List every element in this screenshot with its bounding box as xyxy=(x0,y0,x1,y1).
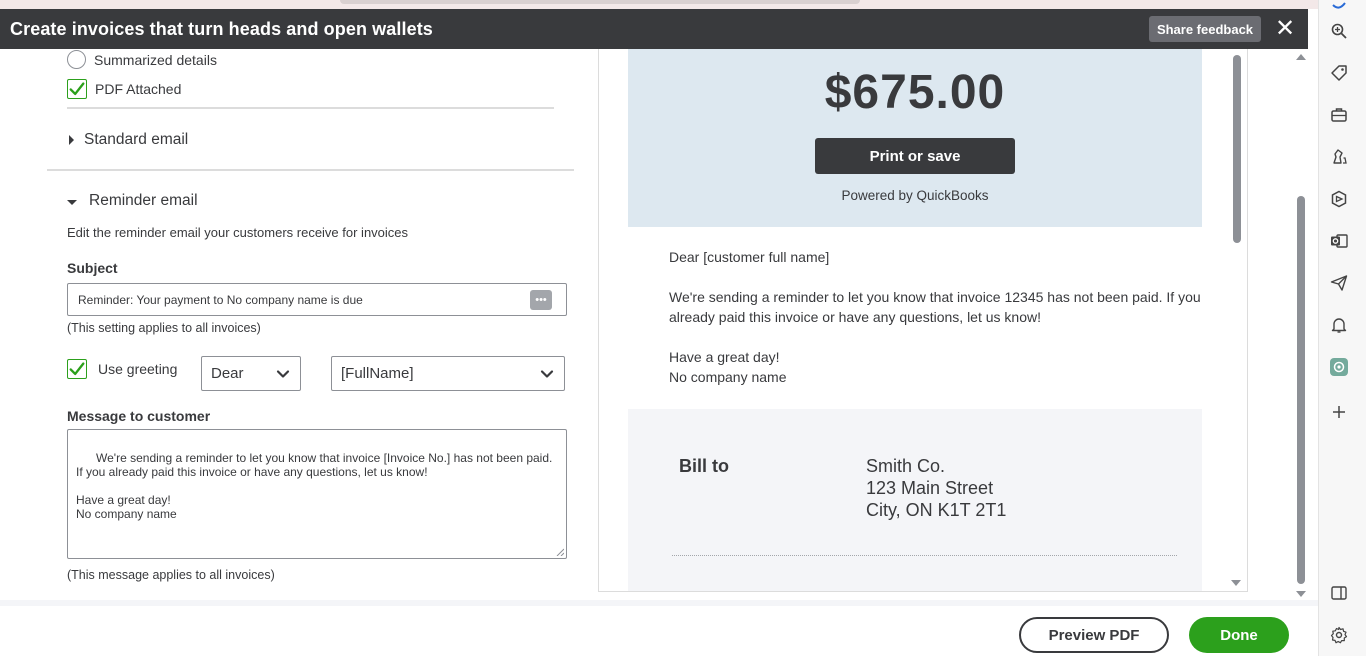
message-textarea[interactable]: We're sending a reminder to let you know… xyxy=(67,429,567,559)
modal-footer: Preview PDF Done xyxy=(0,600,1318,656)
pdf-attached-checkbox[interactable] xyxy=(67,79,87,99)
outlook-icon[interactable] xyxy=(1329,231,1349,251)
app-window: Create invoices that turn heads and open… xyxy=(0,0,1366,656)
standard-email-label: Standard email xyxy=(84,131,189,148)
outer-scroll-up-arrow[interactable] xyxy=(1296,54,1306,60)
preview-pdf-button[interactable]: Preview PDF xyxy=(1019,617,1169,653)
checkmark-icon xyxy=(69,362,85,376)
invoice-amount: $675.00 xyxy=(824,66,1006,119)
summarized-details-radio[interactable] xyxy=(67,50,86,69)
checkmark-icon xyxy=(69,82,85,96)
chess-icon[interactable] xyxy=(1329,147,1349,167)
subject-input[interactable]: Reminder: Your payment to No company nam… xyxy=(67,283,567,316)
more-options-icon[interactable]: ••• xyxy=(530,290,552,310)
divider xyxy=(67,107,554,109)
outer-scrollbar-thumb[interactable] xyxy=(1297,196,1305,584)
close-icon[interactable]: ✕ xyxy=(1274,17,1296,41)
browser-edge-sidebar xyxy=(1318,0,1366,656)
email-paragraph: We're sending a reminder to let you know… xyxy=(669,289,1201,325)
bill-to-card: Bill to Smith Co. 123 Main Street City, … xyxy=(628,409,1202,591)
split-view-icon[interactable] xyxy=(1329,583,1349,603)
preview-scroll-down-arrow[interactable] xyxy=(1231,580,1241,586)
caret-right-icon xyxy=(69,135,74,145)
message-value: We're sending a reminder to let you know… xyxy=(76,451,553,521)
zoom-icon[interactable] xyxy=(1329,21,1349,41)
share-feedback-button[interactable]: Share feedback xyxy=(1149,16,1261,42)
name-select[interactable]: [FullName] xyxy=(331,356,565,391)
chatgpt-icon[interactable] xyxy=(1329,357,1349,377)
settings-icon[interactable] xyxy=(1329,625,1349,645)
copilot-icon[interactable] xyxy=(1329,0,1349,12)
outer-scroll-down-arrow[interactable] xyxy=(1296,591,1306,597)
bell-icon[interactable] xyxy=(1329,315,1349,335)
bill-to-label: Bill to xyxy=(679,456,729,476)
done-button[interactable]: Done xyxy=(1189,617,1289,653)
send-icon[interactable] xyxy=(1329,273,1349,293)
browser-tab[interactable] xyxy=(340,0,860,4)
email-greeting: Dear [customer full name] xyxy=(669,249,830,265)
payment-card: $675.00 Print or save Powered by QuickBo… xyxy=(628,49,1202,227)
subject-value: Reminder: Your payment to No company nam… xyxy=(78,292,363,307)
greeting-value: Dear xyxy=(211,365,244,382)
chevron-down-icon xyxy=(276,370,290,378)
use-greeting-checkbox[interactable] xyxy=(67,359,87,379)
browser-tab-strip xyxy=(0,0,1318,9)
bill-to-city: City, ON K1T 2T1 xyxy=(866,500,1007,520)
email-preview-panel: $675.00 Print or save Powered by QuickBo… xyxy=(598,49,1248,592)
modal-header: Create invoices that turn heads and open… xyxy=(0,9,1308,49)
plus-icon[interactable] xyxy=(1329,402,1349,422)
use-greeting-option[interactable]: Use greeting xyxy=(67,359,177,379)
caret-down-icon xyxy=(67,199,77,205)
pdf-attached-option[interactable]: PDF Attached xyxy=(67,79,181,99)
briefcase-icon[interactable] xyxy=(1329,105,1349,125)
use-greeting-label: Use greeting xyxy=(98,361,178,377)
chevron-down-icon xyxy=(540,370,554,378)
reminder-description: Edit the reminder email your customers r… xyxy=(67,225,409,240)
reminder-email-toggle[interactable]: Reminder email xyxy=(67,192,198,210)
greeting-select[interactable]: Dear xyxy=(201,356,301,391)
email-body: Dear [customer full name] We're sending … xyxy=(669,247,1209,387)
tag-icon[interactable] xyxy=(1329,63,1349,83)
subject-note: (This setting applies to all invoices) xyxy=(67,321,261,335)
message-label: Message to customer xyxy=(67,408,211,424)
bill-to-street: 123 Main Street xyxy=(866,478,994,498)
divider xyxy=(47,169,574,171)
pdf-attached-label: PDF Attached xyxy=(95,81,182,97)
summarized-details-label: Summarized details xyxy=(94,51,217,68)
resize-grip-icon[interactable] xyxy=(556,548,564,556)
hexagon-icon[interactable] xyxy=(1329,189,1349,209)
powered-by-text: Powered by QuickBooks xyxy=(841,188,989,203)
subject-label: Subject xyxy=(67,260,118,276)
name-value: [FullName] xyxy=(341,365,414,382)
dotted-divider xyxy=(672,555,1177,556)
modal-title: Create invoices that turn heads and open… xyxy=(10,18,433,39)
email-signature: No company name xyxy=(669,369,787,385)
email-closing-line: Have a great day! xyxy=(669,349,780,365)
preview-scrollbar-thumb[interactable] xyxy=(1233,55,1241,243)
reminder-settings-panel: Summarized details PDF Attached Standard… xyxy=(0,49,598,600)
standard-email-toggle[interactable]: Standard email xyxy=(69,131,188,149)
reminder-email-label: Reminder email xyxy=(89,192,198,209)
bill-to-address: Smith Co. 123 Main Street City, ON K1T 2… xyxy=(866,455,1006,521)
summarized-details-option[interactable]: Summarized details xyxy=(67,50,217,69)
print-or-save-button[interactable]: Print or save xyxy=(815,138,1015,174)
bill-to-name: Smith Co. xyxy=(866,456,946,476)
message-note: (This message applies to all invoices) xyxy=(67,568,275,582)
